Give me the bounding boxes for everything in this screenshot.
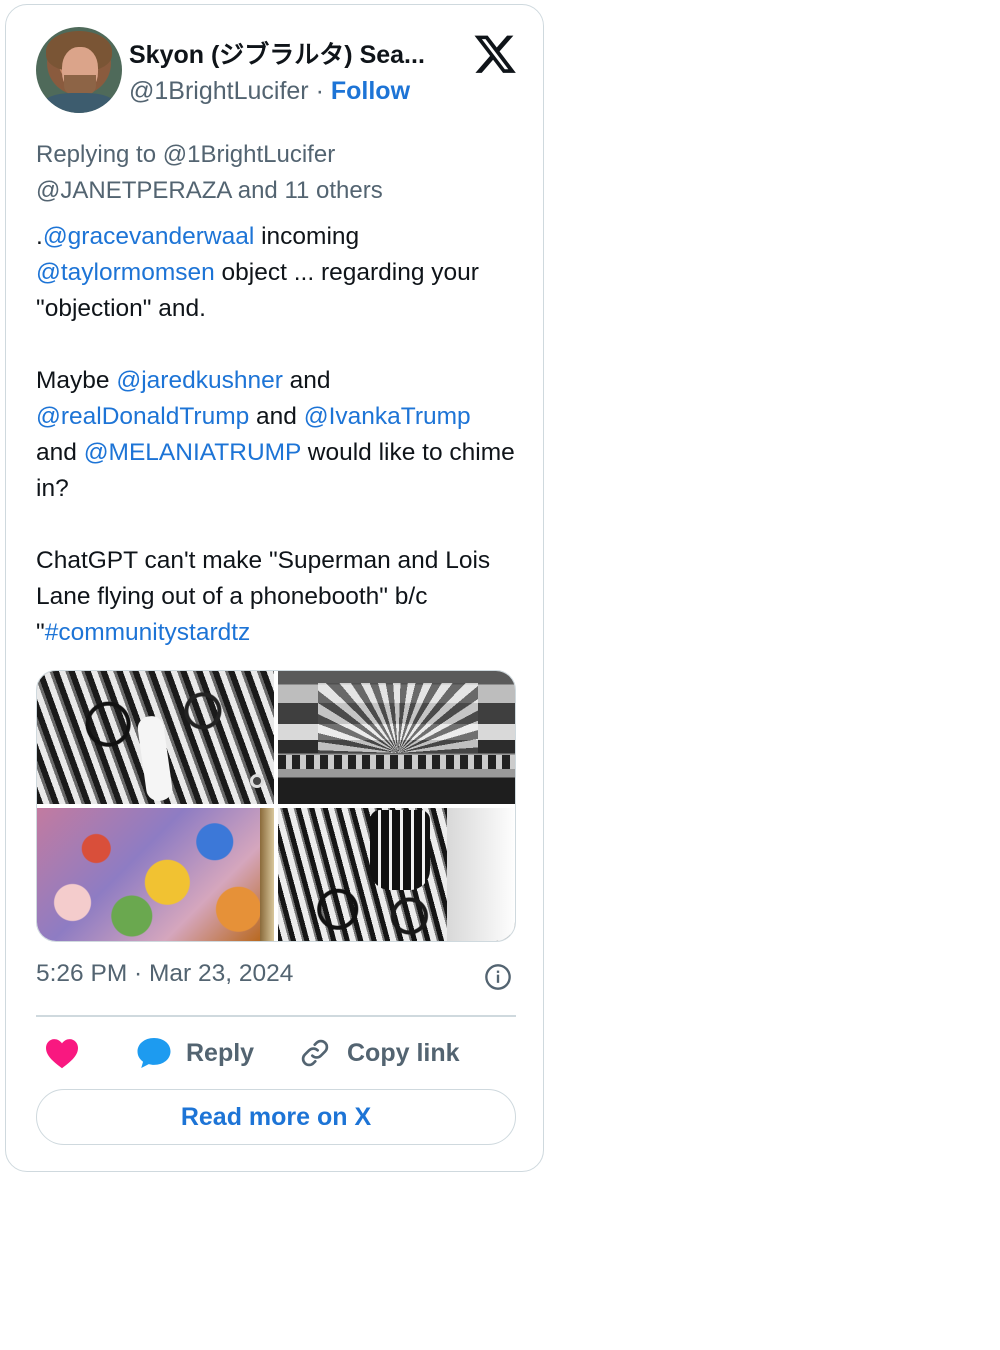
copy-link-label: Copy link: [347, 1038, 460, 1067]
media-image-3[interactable]: [37, 808, 274, 941]
follow-button[interactable]: Follow: [331, 77, 410, 105]
avatar[interactable]: [36, 27, 122, 113]
replying-to-line-2[interactable]: @JANETPERAZA and 11 others: [36, 173, 506, 209]
tweet-paragraph-1: .@gracevanderwaal incoming @taylormomsen…: [36, 223, 479, 322]
mention-link[interactable]: @jaredkushner: [116, 367, 283, 394]
reply-label: Reply: [186, 1038, 255, 1067]
media-image-1[interactable]: [37, 671, 274, 804]
reply-button[interactable]: Reply: [136, 1033, 254, 1073]
mention-link[interactable]: @realDonaldTrump: [36, 403, 249, 430]
tweet-timestamp[interactable]: 5:26 PM · Mar 23, 2024: [36, 960, 293, 988]
actions-divider: [36, 1015, 516, 1017]
media-image-4[interactable]: [278, 808, 515, 941]
media-grid: [36, 670, 516, 942]
author-handle-row: @1BrightLucifer · Follow: [129, 77, 410, 111]
tweet-text: .@gracevanderwaal incoming @taylormomsen…: [36, 219, 516, 651]
replying-to: Replying to @1BrightLucifer @JANETPERAZA…: [36, 137, 506, 209]
author-handle[interactable]: @1BrightLucifer: [129, 77, 309, 105]
tweet-paragraph-3: ChatGPT can't make "Superman and Lois La…: [36, 547, 491, 646]
mention-link[interactable]: @IvankaTrump: [304, 403, 471, 430]
mention-link[interactable]: @MELANIATRUMP: [84, 439, 301, 466]
author-display-name[interactable]: Skyon (ジブラルタ) Sea...: [129, 35, 464, 71]
mention-link[interactable]: @taylormomsen: [36, 259, 215, 286]
replying-to-line-1[interactable]: Replying to @1BrightLucifer: [36, 137, 506, 173]
read-more-button[interactable]: Read more on X: [36, 1089, 516, 1145]
copy-link-button[interactable]: Copy link: [299, 1033, 460, 1073]
speech-bubble-icon: [137, 1038, 171, 1068]
link-icon: [301, 1039, 329, 1067]
x-logo-icon[interactable]: [474, 33, 516, 75]
info-icon[interactable]: [484, 963, 512, 991]
heart-icon[interactable]: [44, 1037, 80, 1069]
tweet-paragraph-2: Maybe @jaredkushner and @realDonaldTrump…: [36, 367, 515, 502]
mention-link[interactable]: @gracevanderwaal: [43, 223, 254, 250]
tweet-card: Skyon (ジブラルタ) Sea... @1BrightLucifer · F…: [5, 4, 544, 1172]
handle-separator: ·: [315, 77, 324, 105]
media-image-2[interactable]: [278, 671, 515, 804]
hashtag-link[interactable]: #communitystardtz: [45, 619, 251, 646]
